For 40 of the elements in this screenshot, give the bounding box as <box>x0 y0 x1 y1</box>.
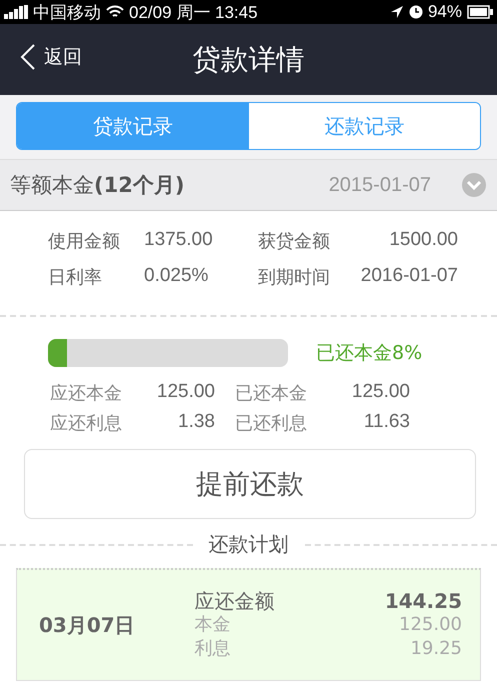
info-value: 2016-01-07 <box>360 265 458 288</box>
principal-label: 本金 <box>194 613 231 637</box>
plan-title: 还款计划 <box>208 531 288 558</box>
stat-label: 已还本金 <box>235 382 307 405</box>
info-label: 使用金额 <box>48 230 121 253</box>
back-icon <box>20 44 36 70</box>
plan-date: 03月07日 <box>39 612 135 638</box>
info-label: 获贷金额 <box>258 230 331 253</box>
battery-percent: 94% <box>428 2 462 22</box>
clock-icon <box>408 5 423 19</box>
signal-icon <box>4 5 28 19</box>
stat-label: 应还利息 <box>50 412 122 435</box>
interest-label: 利息 <box>194 637 231 661</box>
amount-label: 应还金额 <box>194 589 275 613</box>
stat-value: 125.00 <box>156 381 215 404</box>
loan-header[interactable]: 等额本金(12个月) 2015-01-07 <box>0 159 497 211</box>
info-value: 1500.00 <box>389 229 458 252</box>
loan-date: 2015-01-07 <box>328 174 431 196</box>
stat-value: 1.38 <box>178 411 215 434</box>
info-label: 到期时间 <box>258 266 331 289</box>
amount-value: 144.25 <box>384 589 462 613</box>
wifi-icon <box>106 5 124 19</box>
back-button[interactable]: 返回 <box>20 44 82 70</box>
page-title: 贷款详情 <box>192 42 304 78</box>
progress-reading: 已还本金8% <box>316 341 422 366</box>
stat-value: 125.00 <box>352 381 410 404</box>
info-value: 0.025% <box>144 265 208 288</box>
stat-label: 应还本金 <box>50 382 122 405</box>
prepay-button[interactable]: 提前还款 <box>24 449 476 519</box>
status-time: 02/09 周一 13:45 <box>129 2 258 24</box>
stat-value: 11.63 <box>364 411 410 434</box>
info-label: 日利率 <box>48 266 103 289</box>
battery-icon <box>467 5 493 19</box>
carrier-text: 中国移动 <box>33 2 101 24</box>
loan-title: 等额本金(12个月) <box>10 172 186 199</box>
interest-value: 19.25 <box>410 637 462 661</box>
stat-label: 已还利息 <box>235 412 307 435</box>
principal-value: 125.00 <box>399 613 462 637</box>
location-icon <box>390 5 404 19</box>
info-value: 1375.00 <box>144 229 213 252</box>
